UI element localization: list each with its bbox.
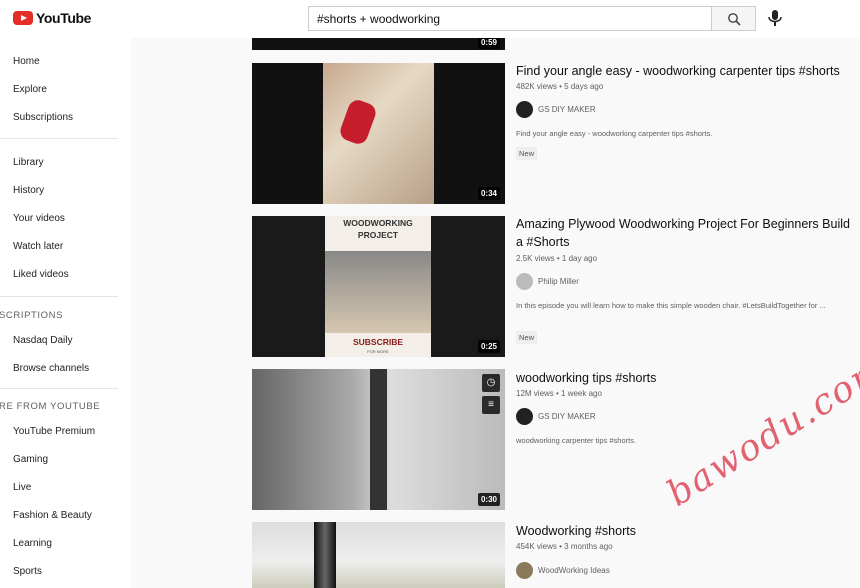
video-thumbnail[interactable]: 0:30	[252, 369, 505, 510]
sidebar-item-watch-later[interactable]: Watch later	[13, 241, 63, 252]
channel-row[interactable]: GS DIY MAKER	[516, 408, 596, 425]
channel-name[interactable]: Philip Miller	[538, 277, 579, 286]
thumbnail-image	[325, 251, 431, 333]
video-title[interactable]: Woodworking #shorts	[516, 522, 860, 540]
logo-text: YouTube	[36, 10, 92, 26]
sidebar-divider	[0, 388, 118, 389]
sidebar-item-home[interactable]: Home	[13, 56, 40, 67]
overlay-title: WOODWORKING PROJECT	[343, 218, 413, 240]
sidebar-item-gaming[interactable]: Gaming	[13, 454, 48, 465]
video-title[interactable]: Find your angle easy - woodworking carpe…	[516, 62, 860, 80]
sidebar-item-subscriptions[interactable]: Subscriptions	[13, 112, 73, 123]
sidebar-item-youtube-premium[interactable]: YouTube Premium	[13, 426, 95, 437]
sidebar-divider	[0, 296, 118, 297]
video-meta: 2.5K views • 1 day ago	[516, 254, 598, 263]
channel-row[interactable]: GS DIY MAKER	[516, 101, 596, 118]
video-duration: 0:59	[477, 38, 500, 49]
youtube-logo[interactable]: YouTube	[13, 10, 91, 26]
channel-avatar	[516, 408, 533, 425]
video-meta: 482K views • 5 days ago	[516, 82, 604, 91]
search-button[interactable]	[712, 6, 756, 31]
video-duration: 0:25	[477, 340, 500, 353]
video-description: Find your angle easy - woodworking carpe…	[516, 129, 713, 138]
channel-name[interactable]: GS DIY MAKER	[538, 105, 596, 114]
sidebar-item-library[interactable]: Library	[13, 157, 44, 168]
new-badge: New	[516, 147, 538, 160]
video-thumbnail[interactable]: WOODWORKING PROJECT SUBSCRIBE FOR MORE 0…	[252, 216, 505, 357]
overlay-small-text: FOR MORE	[367, 349, 389, 354]
video-duration: 0:34	[477, 187, 500, 200]
video-description: woodworking carpenter tips #shorts.	[516, 436, 637, 445]
sidebar-item-history[interactable]: History	[13, 185, 44, 196]
video-title[interactable]: Amazing Plywood Woodworking Project For …	[516, 215, 860, 251]
video-thumbnail[interactable]: 0:59	[252, 38, 505, 50]
new-badge: New	[516, 331, 538, 344]
video-description: In this episode you will learn how to ma…	[516, 301, 826, 310]
video-title[interactable]: woodworking tips #shorts	[516, 369, 860, 387]
sidebar-section-subscriptions: SCRIPTIONS	[0, 310, 64, 321]
channel-row[interactable]: Philip Miller	[516, 273, 579, 290]
thumbnail-gap	[370, 369, 387, 510]
sidebar-item-live[interactable]: Live	[13, 482, 31, 493]
sidebar: Home Explore Subscriptions Library Histo…	[0, 38, 131, 588]
queue-icon[interactable]: ≡	[482, 396, 500, 414]
sidebar-item-sports[interactable]: Sports	[13, 566, 42, 577]
search-input[interactable]: #shorts + woodworking	[308, 6, 712, 31]
top-bar: YouTube #shorts + woodworking	[0, 0, 860, 38]
microphone-icon[interactable]	[766, 8, 784, 28]
video-meta: 12M views • 1 week ago	[516, 389, 602, 398]
drill-shape	[314, 522, 336, 588]
channel-name[interactable]: GS DIY MAKER	[538, 412, 596, 421]
clock-icon[interactable]: ◷	[482, 374, 500, 392]
sidebar-item-explore[interactable]: Explore	[13, 84, 47, 95]
sidebar-item-browse-channels[interactable]: Browse channels	[13, 363, 89, 374]
sidebar-item-learning[interactable]: Learning	[13, 538, 52, 549]
video-meta: 454K views • 3 months ago	[516, 542, 613, 551]
overlay-subscribe: SUBSCRIBE	[352, 337, 404, 347]
video-thumbnail[interactable]	[252, 522, 505, 588]
sidebar-divider	[0, 138, 118, 139]
sidebar-item-nasdaq-daily[interactable]: Nasdaq Daily	[13, 335, 72, 346]
video-thumbnail[interactable]: 0:34	[252, 63, 505, 204]
thumbnail-card: WOODWORKING PROJECT SUBSCRIBE FOR MORE	[325, 216, 431, 357]
play-icon	[13, 11, 33, 25]
sidebar-item-fashion-beauty[interactable]: Fashion & Beauty	[13, 510, 92, 521]
sidebar-section-more: RE FROM YOUTUBE	[0, 401, 101, 412]
channel-avatar	[516, 101, 533, 118]
channel-avatar	[516, 562, 533, 579]
sidebar-item-liked-videos[interactable]: Liked videos	[13, 269, 69, 280]
channel-name[interactable]: WoodWorking Ideas	[538, 566, 610, 575]
sidebar-item-your-videos[interactable]: Your videos	[13, 213, 65, 224]
video-duration: 0:30	[477, 493, 500, 506]
search-icon	[728, 13, 741, 26]
channel-avatar	[516, 273, 533, 290]
channel-row[interactable]: WoodWorking Ideas	[516, 562, 610, 579]
